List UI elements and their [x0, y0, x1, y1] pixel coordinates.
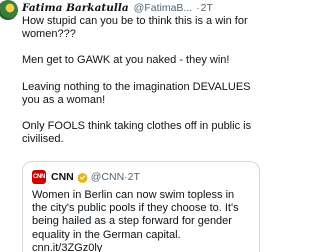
author-display-name[interactable]: Fatima Barkatulla — [22, 2, 129, 14]
tweet-paragraph: Only FOOLS think taking clothes off in p… — [22, 120, 252, 146]
quoted-tweet-header: CNN CNN @CNN · 2T — [32, 170, 250, 184]
quoted-tweet-time[interactable]: 2T — [128, 171, 140, 183]
cnn-avatar-logo[interactable]: CNN — [32, 170, 46, 184]
tweet[interactable]: Fatima Barkatulla @FatimaB... · 2T How s… — [0, 0, 260, 252]
time-separator: · — [196, 2, 200, 14]
tweet-paragraph: Leaving nothing to the imagination DEVAL… — [22, 80, 251, 106]
tweet-paragraph: Men get to GAWK at you naked - they win! — [22, 54, 230, 67]
tweet-header: Fatima Barkatulla @FatimaB... · 2T — [22, 2, 260, 16]
quoted-author-name[interactable]: CNN — [51, 171, 74, 183]
tweet-text: How stupid can you be to think this is a… — [22, 15, 258, 159]
author-avatar[interactable] — [0, 0, 18, 20]
quoted-author-handle[interactable]: @CNN — [91, 171, 124, 183]
quoted-tweet-text: Women in Berlin can now swim topless in … — [32, 189, 239, 252]
verified-badge-icon — [76, 172, 88, 183]
tweet-time[interactable]: 2T — [201, 2, 213, 14]
author-handle[interactable]: @FatimaB... — [134, 2, 193, 14]
quoted-tweet[interactable]: CNN CNN @CNN · 2T Women in Berlin can no… — [22, 161, 260, 252]
tweet-paragraph: How stupid can you be to think this is a… — [22, 15, 248, 41]
